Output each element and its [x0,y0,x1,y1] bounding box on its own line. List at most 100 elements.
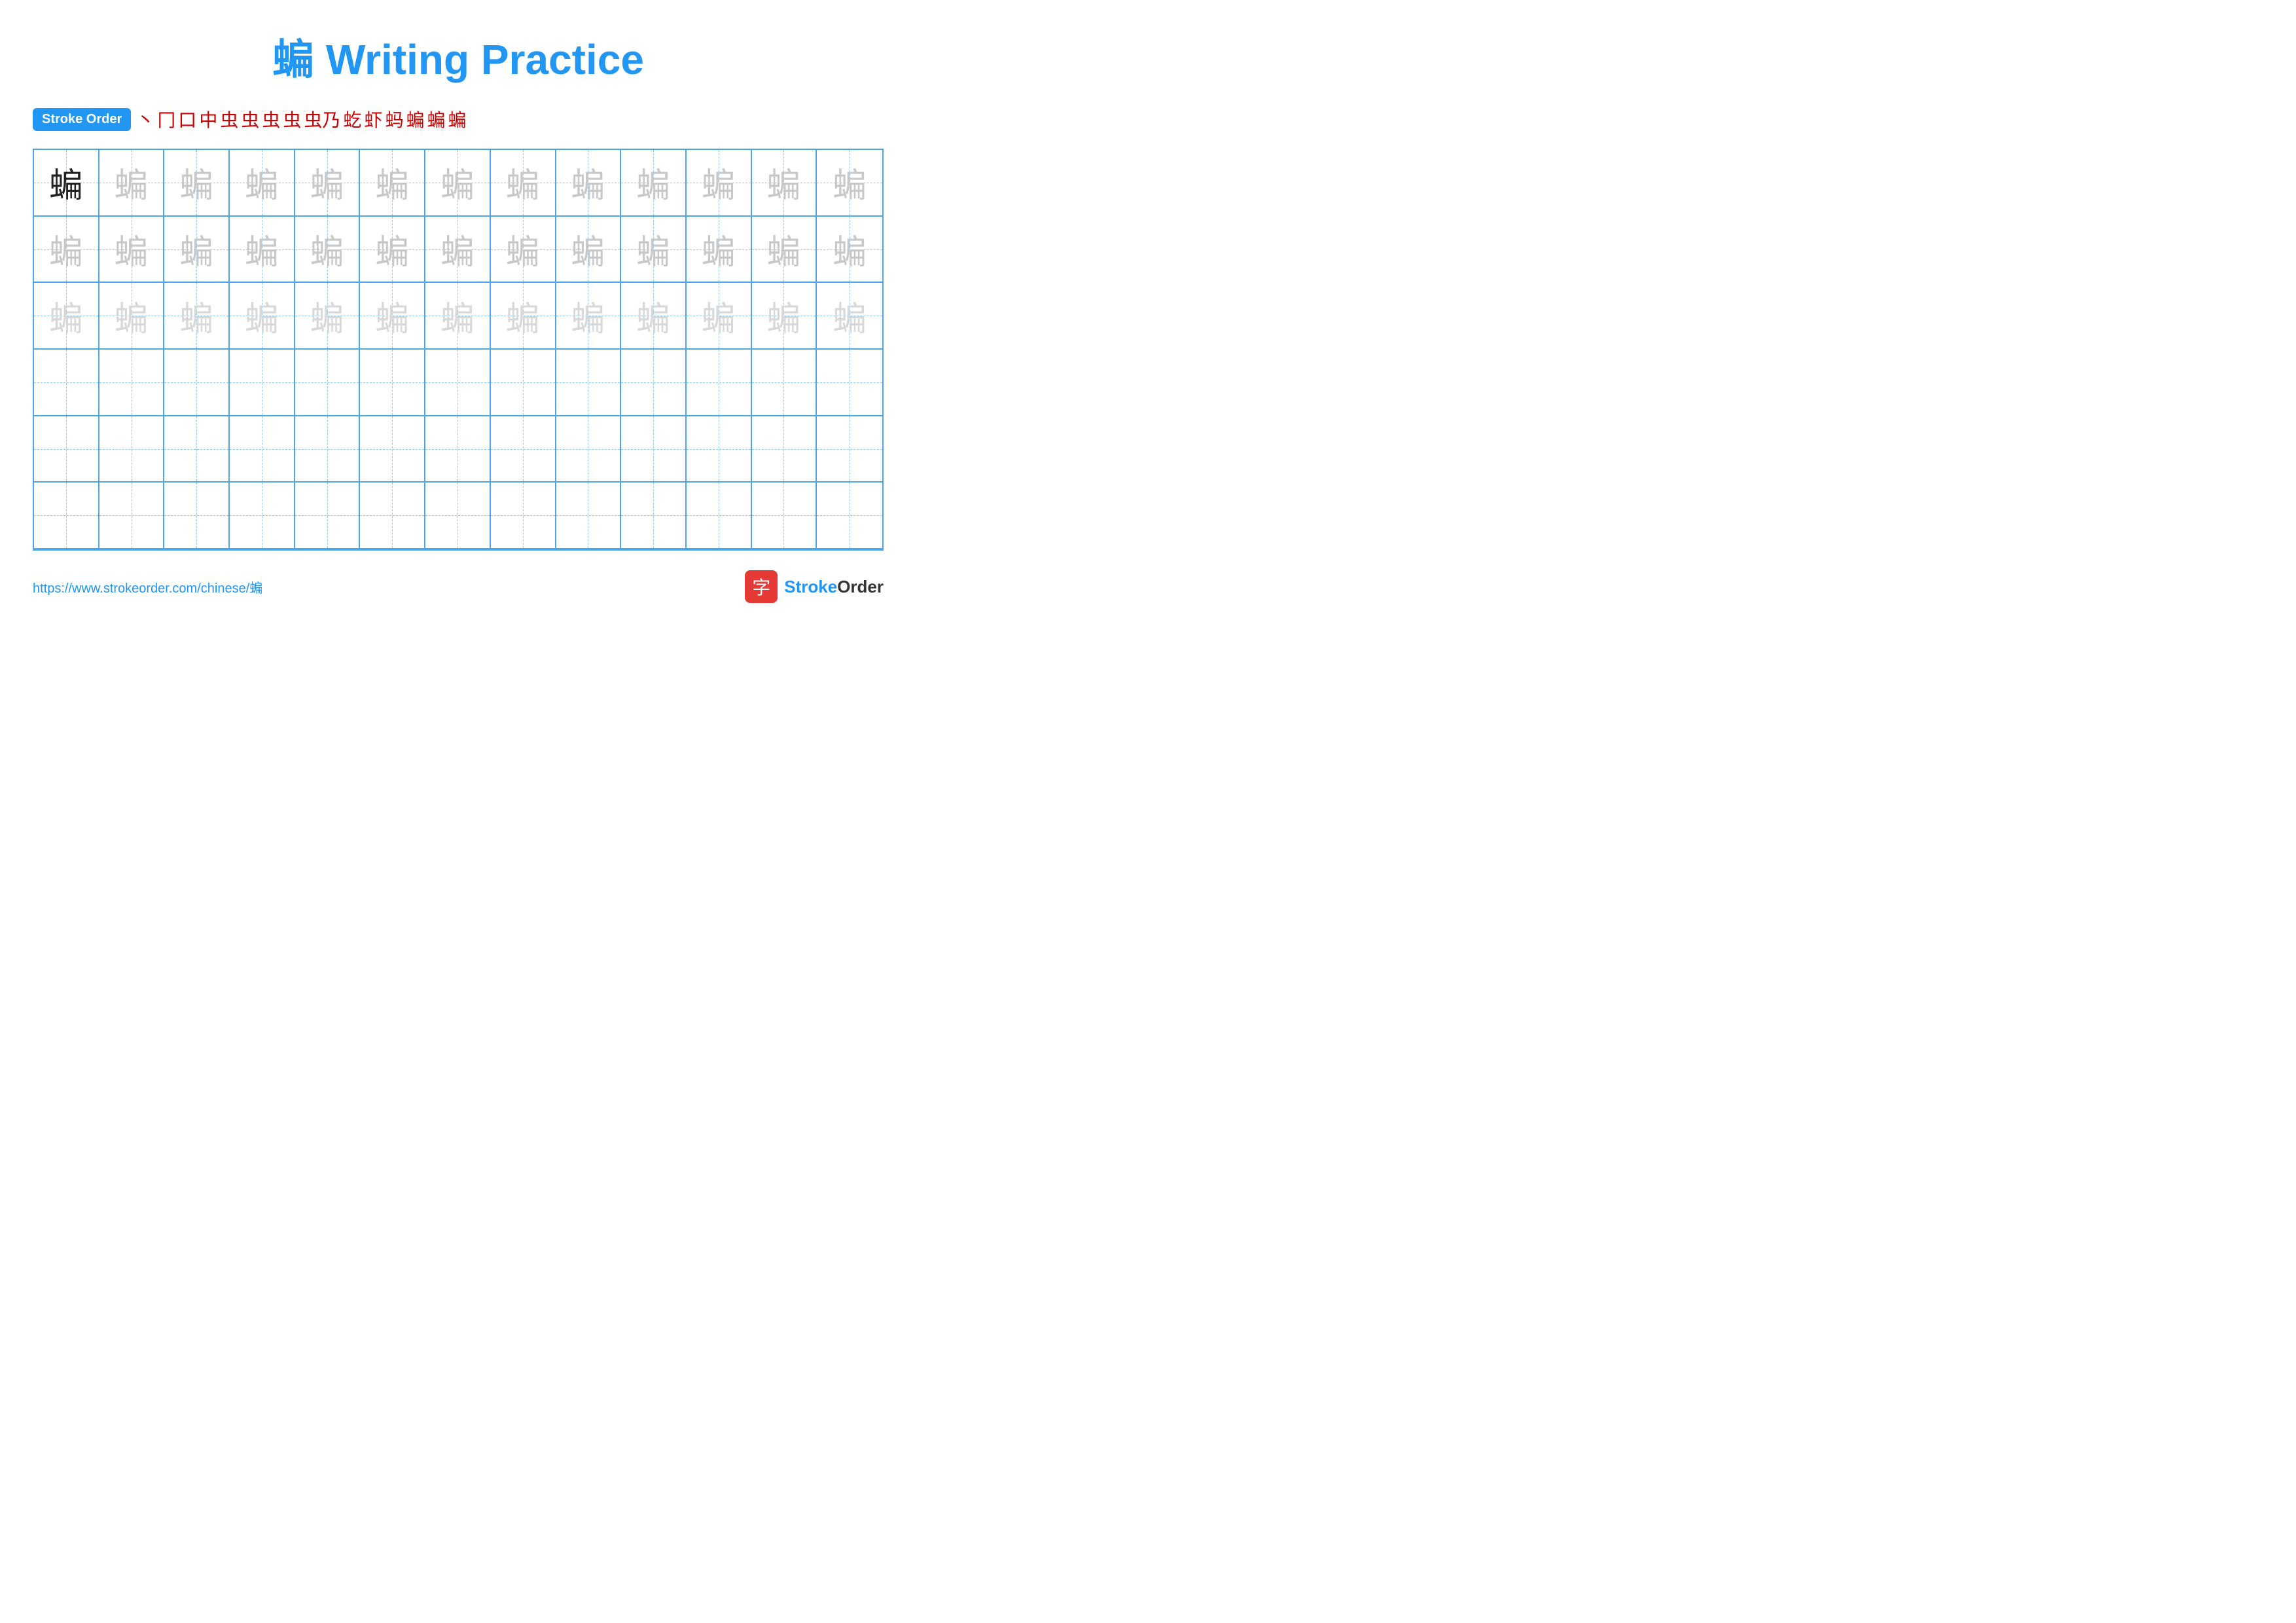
grid-cell-2-3[interactable]: 蝙 [230,283,295,348]
grid-cell-2-2[interactable]: 蝙 [164,283,230,348]
grid-cell-3-11[interactable] [752,350,817,415]
grid-cell-3-4[interactable] [295,350,361,415]
grid-cell-0-5[interactable]: 蝙 [360,150,425,215]
footer: https://www.strokeorder.com/chinese/蝙 字 … [33,570,884,603]
grid-cell-1-9[interactable]: 蝙 [621,217,687,282]
grid-cell-5-4[interactable] [295,483,361,548]
cell-char-0-5: 蝙 [375,158,409,207]
cell-char-2-5: 蝙 [375,291,409,340]
stroke-char-8: 虫乃 [304,106,340,132]
grid-cell-2-12[interactable]: 蝙 [817,283,882,348]
grid-cell-1-2[interactable]: 蝙 [164,217,230,282]
grid-cell-4-1[interactable] [99,416,165,482]
grid-cell-5-8[interactable] [556,483,622,548]
grid-cell-0-6[interactable]: 蝙 [425,150,491,215]
grid-cell-1-5[interactable]: 蝙 [360,217,425,282]
grid-cell-4-0[interactable] [34,416,99,482]
grid-cell-5-11[interactable] [752,483,817,548]
grid-cell-3-10[interactable] [687,350,752,415]
grid-cell-3-12[interactable] [817,350,882,415]
grid-cell-5-10[interactable] [687,483,752,548]
grid-cell-5-12[interactable] [817,483,882,548]
grid-cell-2-5[interactable]: 蝙 [360,283,425,348]
grid-cell-3-8[interactable] [556,350,622,415]
cell-char-1-3: 蝙 [245,225,279,274]
grid-row-4 [34,416,882,483]
grid-cell-3-5[interactable] [360,350,425,415]
stroke-char-0: 丶 [136,106,154,132]
grid-cell-5-3[interactable] [230,483,295,548]
grid-cell-2-4[interactable]: 蝙 [295,283,361,348]
grid-cell-1-1[interactable]: 蝙 [99,217,165,282]
grid-cell-1-11[interactable]: 蝙 [752,217,817,282]
grid-cell-5-2[interactable] [164,483,230,548]
grid-cell-3-0[interactable] [34,350,99,415]
grid-cell-4-6[interactable] [425,416,491,482]
grid-cell-5-0[interactable] [34,483,99,548]
grid-cell-4-7[interactable] [491,416,556,482]
grid-cell-4-9[interactable] [621,416,687,482]
grid-cell-4-11[interactable] [752,416,817,482]
grid-cell-1-4[interactable]: 蝙 [295,217,361,282]
grid-cell-2-8[interactable]: 蝙 [556,283,622,348]
stroke-char-5: 虫 [241,106,259,132]
stroke-char-10: 虾 [364,106,382,132]
grid-cell-4-10[interactable] [687,416,752,482]
grid-cell-0-3[interactable]: 蝙 [230,150,295,215]
cell-char-2-10: 蝙 [702,291,736,340]
grid-cell-4-3[interactable] [230,416,295,482]
grid-cell-4-12[interactable] [817,416,882,482]
grid-cell-5-6[interactable] [425,483,491,548]
grid-cell-3-1[interactable] [99,350,165,415]
grid-cell-3-9[interactable] [621,350,687,415]
grid-cell-4-2[interactable] [164,416,230,482]
grid-cell-0-10[interactable]: 蝙 [687,150,752,215]
grid-cell-0-1[interactable]: 蝙 [99,150,165,215]
grid-cell-4-4[interactable] [295,416,361,482]
grid-cell-1-7[interactable]: 蝙 [491,217,556,282]
grid-cell-0-9[interactable]: 蝙 [621,150,687,215]
grid-cell-3-6[interactable] [425,350,491,415]
grid-cell-0-0[interactable]: 蝙 [34,150,99,215]
grid-cell-0-4[interactable]: 蝙 [295,150,361,215]
stroke-char-4: 虫 [220,106,238,132]
grid-row-0: 蝙蝙蝙蝙蝙蝙蝙蝙蝙蝙蝙蝙蝙 [34,150,882,217]
footer-url[interactable]: https://www.strokeorder.com/chinese/蝙 [33,577,262,596]
grid-cell-3-2[interactable] [164,350,230,415]
cell-char-0-7: 蝙 [506,158,540,207]
cell-char-1-5: 蝙 [375,225,409,274]
grid-cell-5-9[interactable] [621,483,687,548]
grid-cell-0-2[interactable]: 蝙 [164,150,230,215]
grid-cell-4-5[interactable] [360,416,425,482]
grid-cell-2-6[interactable]: 蝙 [425,283,491,348]
cell-char-0-6: 蝙 [440,158,475,207]
grid-cell-0-7[interactable]: 蝙 [491,150,556,215]
grid-cell-1-0[interactable]: 蝙 [34,217,99,282]
grid-cell-1-6[interactable]: 蝙 [425,217,491,282]
grid-cell-1-12[interactable]: 蝙 [817,217,882,282]
grid-cell-4-8[interactable] [556,416,622,482]
grid-cell-3-3[interactable] [230,350,295,415]
grid-cell-1-8[interactable]: 蝙 [556,217,622,282]
grid-cell-5-1[interactable] [99,483,165,548]
grid-cell-2-1[interactable]: 蝙 [99,283,165,348]
grid-cell-3-7[interactable] [491,350,556,415]
grid-cell-0-12[interactable]: 蝙 [817,150,882,215]
cell-char-0-3: 蝙 [245,158,279,207]
grid-cell-5-5[interactable] [360,483,425,548]
grid-cell-2-7[interactable]: 蝙 [491,283,556,348]
grid-cell-2-10[interactable]: 蝙 [687,283,752,348]
grid-cell-0-8[interactable]: 蝙 [556,150,622,215]
grid-cell-2-0[interactable]: 蝙 [34,283,99,348]
grid-cell-5-7[interactable] [491,483,556,548]
cell-char-2-7: 蝙 [506,291,540,340]
cell-char-2-12: 蝙 [833,291,867,340]
grid-cell-2-11[interactable]: 蝙 [752,283,817,348]
grid-cell-0-11[interactable]: 蝙 [752,150,817,215]
grid-cell-2-9[interactable]: 蝙 [621,283,687,348]
stroke-order-row: Stroke Order 丶冂口中虫虫虫虫虫乃虼虾蚂蝙蝙蝙 [33,106,884,132]
cell-char-0-11: 蝙 [766,158,800,207]
grid-cell-1-10[interactable]: 蝙 [687,217,752,282]
grid-cell-1-3[interactable]: 蝙 [230,217,295,282]
cell-char-1-4: 蝙 [310,225,344,274]
